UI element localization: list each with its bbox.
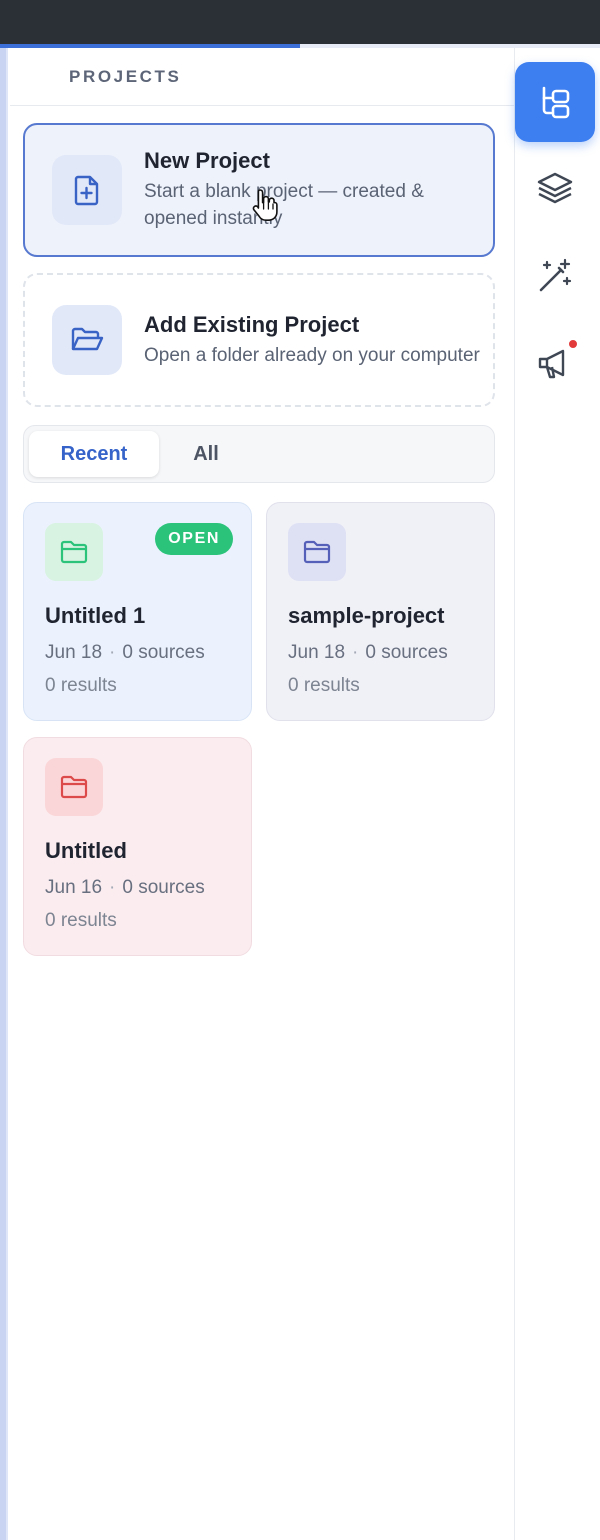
- open-folder-icon: [52, 305, 122, 375]
- tab-recent[interactable]: Recent: [29, 431, 159, 477]
- new-file-icon: [52, 155, 122, 225]
- tab-all[interactable]: All: [159, 431, 253, 477]
- add-existing-description: Open a folder already on your computer: [144, 344, 480, 366]
- hand-cursor-icon: [252, 189, 278, 221]
- project-results: 0 results: [45, 675, 117, 696]
- new-project-title: New Project: [144, 148, 270, 173]
- projects-panel: PROJECTS New Project Start a blank proje…: [10, 48, 515, 1540]
- folder-icon: [288, 523, 346, 581]
- rail-layers-button[interactable]: [515, 148, 595, 228]
- megaphone-icon: [538, 349, 565, 379]
- project-sources: 0 sources: [122, 642, 205, 663]
- right-icon-rail: [515, 48, 600, 1540]
- rail-magic-button[interactable]: [515, 236, 595, 316]
- project-sources: 0 sources: [122, 877, 205, 898]
- new-project-description: Start a blank project — created & opened…: [144, 181, 424, 229]
- folder-icon: [45, 523, 103, 581]
- rail-announcements-button[interactable]: [515, 324, 595, 404]
- rail-projects-button[interactable]: [515, 62, 595, 142]
- notification-dot: [567, 338, 579, 350]
- panel-title: PROJECTS: [69, 66, 182, 86]
- top-bar: [0, 0, 600, 44]
- left-edge-accent: [0, 48, 8, 1540]
- open-status-badge: OPEN: [155, 523, 233, 555]
- folder-icon: [45, 758, 103, 816]
- magic-wand-icon: [539, 258, 572, 292]
- project-meta: Jun 18 · 0 sources: [45, 642, 205, 663]
- project-card[interactable]: OPEN Untitled 1 Jun 18 · 0 sources 0 resul…: [23, 502, 252, 721]
- project-date: Jun 18: [45, 642, 103, 663]
- project-card[interactable]: sample-project Jun 18 · 0 sources 0 result…: [266, 502, 495, 721]
- project-date: Jun 18: [288, 642, 346, 663]
- add-existing-project-button[interactable]: Add Existing Project Open a folder alrea…: [23, 273, 495, 407]
- project-name: sample-project: [288, 603, 445, 628]
- project-card[interactable]: Untitled Jun 16 · 0 sources 0 results: [23, 737, 252, 956]
- project-tree-icon: [542, 86, 570, 119]
- panel-header: PROJECTS: [10, 48, 514, 106]
- project-meta: Jun 18 · 0 sources: [288, 642, 448, 663]
- project-name: Untitled: [45, 838, 127, 863]
- project-filter-tabs: Recent All: [23, 425, 495, 483]
- project-date: Jun 16: [45, 877, 103, 898]
- project-sources: 0 sources: [365, 642, 448, 663]
- project-results: 0 results: [288, 675, 360, 696]
- layers-icon: [537, 172, 573, 204]
- add-existing-title: Add Existing Project: [144, 311, 360, 337]
- project-results: 0 results: [45, 910, 117, 931]
- project-meta: Jun 16 · 0 sources: [45, 877, 205, 898]
- project-name: Untitled 1: [45, 603, 146, 628]
